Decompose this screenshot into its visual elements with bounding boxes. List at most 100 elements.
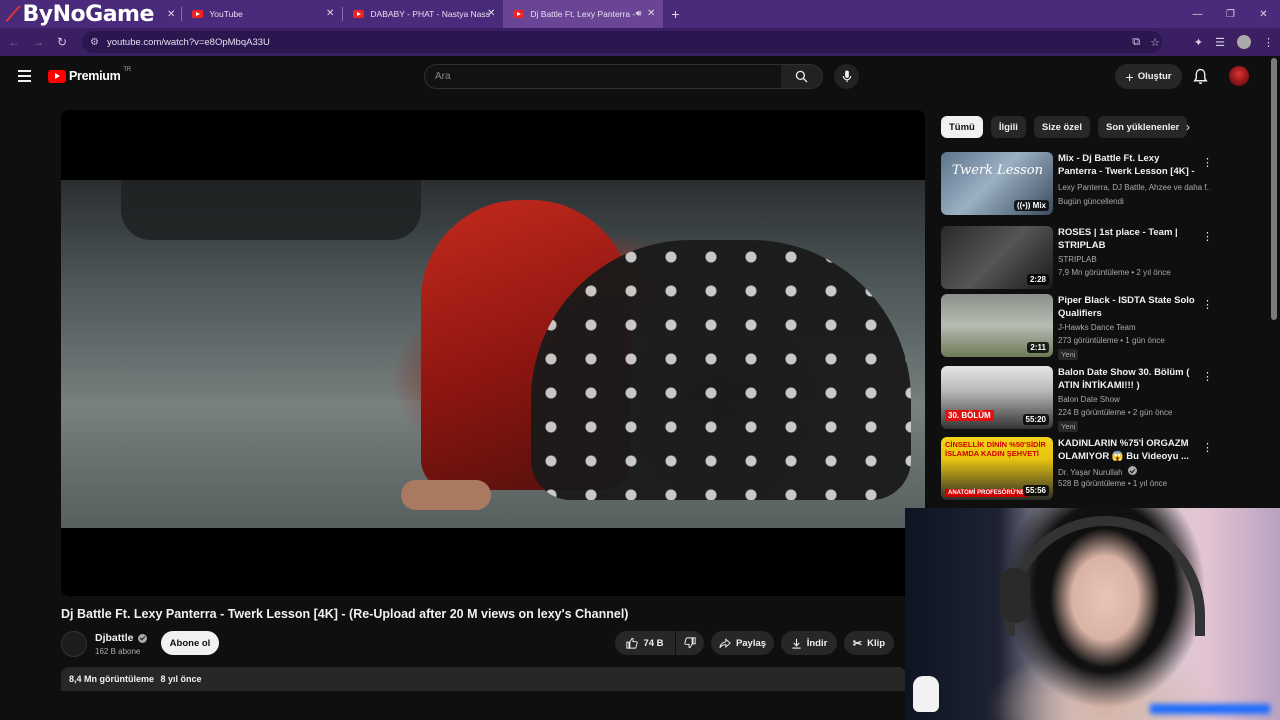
hamburger-menu-icon[interactable] (18, 70, 31, 85)
search-button[interactable] (781, 64, 823, 89)
thumbnail-text: CİNSELLİK DİNİN %50'SİDİR İSLAMDA KADIN … (945, 440, 1046, 458)
tab-dababy[interactable]: DABABY - PHAT - Nastya Nass ✕ (343, 0, 503, 28)
profile-avatar[interactable] (1237, 35, 1251, 49)
more-options-icon[interactable]: ⋮ (1202, 156, 1213, 169)
chip-related[interactable]: İlgili (990, 116, 1026, 138)
youtube-favicon-icon (353, 10, 365, 18)
like-count: 74 B (643, 637, 664, 649)
tab-title: YouTube (209, 9, 243, 19)
search-icon (795, 70, 808, 83)
extensions-icon[interactable]: ✦ (1194, 36, 1203, 49)
more-options-icon[interactable]: ⋮ (1202, 370, 1213, 383)
recommendation-item[interactable]: 2:11 Piper Black - ISDTA State Solo Qual… (941, 294, 1213, 360)
frame-figure-pants (531, 240, 911, 500)
recommendation-title[interactable]: Piper Black - ISDTA State Solo Qualifier… (1058, 294, 1198, 320)
dislike-button[interactable] (676, 631, 704, 655)
close-window-icon[interactable]: ✕ (1247, 9, 1280, 20)
more-options-icon[interactable]: ⋮ (1202, 441, 1213, 454)
chip-recently-uploaded[interactable]: Son yüklenenler (1097, 116, 1188, 138)
page-scrollbar[interactable] (1271, 58, 1277, 320)
mascot-figure (913, 676, 939, 712)
tab-close-icon[interactable]: ✕ (167, 9, 175, 20)
create-button[interactable]: + Oluştur (1115, 64, 1182, 89)
tab-title: DABABY - PHAT - Nastya Nass (370, 9, 490, 19)
upload-age: 8 yıl önce (160, 674, 202, 684)
recommendation-item[interactable]: CİNSELLİK DİNİN %50'SİDİR İSLAMDA KADIN … (941, 437, 1213, 503)
reading-list-icon[interactable]: ☰ (1215, 36, 1225, 49)
tab-dj-battle[interactable]: Dj Battle Ft. Lexy Panterra - 🔊︎ ✕ (503, 0, 664, 28)
chevron-right-icon[interactable]: › (1186, 120, 1190, 134)
tab-close-icon[interactable]: ✕ (647, 8, 655, 19)
video-thumbnail[interactable]: CİNSELLİK DİNİN %50'SİDİR İSLAMDA KADIN … (941, 437, 1053, 500)
video-thumbnail[interactable]: Twerk Lesson ((•)) Mix (941, 152, 1053, 215)
chip-for-you[interactable]: Size özel (1033, 116, 1090, 138)
filter-chips: Tümü İlgili Size özel Son yüklenenler (941, 116, 1188, 138)
webcam-earcup (1000, 568, 1030, 623)
video-thumbnail[interactable]: 30. BÖLÜM 55:20 (941, 366, 1053, 429)
recommendation-title[interactable]: Mix - Dj Battle Ft. Lexy Panterra - Twer… (1058, 152, 1198, 179)
plus-icon: + (1125, 68, 1134, 85)
new-tab-icon[interactable]: + (671, 6, 679, 22)
video-thumbnail[interactable]: 2:11 (941, 294, 1053, 357)
speaker-icon[interactable]: 🔊︎ (636, 8, 642, 19)
channel-name[interactable]: Djbattle (95, 632, 134, 644)
create-label: Oluştur (1137, 71, 1172, 82)
recommendation-title[interactable]: Balon Date Show 30. Bölüm ( ATIN İNTİKAM… (1058, 366, 1198, 392)
share-button[interactable]: Paylaş (711, 631, 774, 655)
youtube-premium-logo[interactable]: Premium TR (48, 67, 131, 83)
thumbs-down-icon (684, 637, 696, 649)
search-input[interactable]: Ara (424, 64, 782, 89)
subscribe-button[interactable]: Abone ol (161, 631, 219, 655)
voice-search-button[interactable] (834, 64, 859, 89)
webcam-led-strip (1150, 704, 1270, 714)
tab-youtube[interactable]: YouTube ✕ (182, 0, 342, 28)
youtube-favicon-icon (192, 10, 204, 18)
url-text: youtube.com/watch?v=e8OpMbqA33U (106, 36, 270, 48)
channel-name-row[interactable]: Djbattle (95, 632, 147, 644)
recommendation-title[interactable]: ROSES | 1st place - Team | STRIPLAB (1058, 226, 1198, 252)
site-info-icon[interactable]: ⚙︎ (90, 37, 99, 48)
url-field[interactable]: ⚙︎ youtube.com/watch?v=e8OpMbqA33U (82, 31, 1162, 53)
recommendation-item[interactable]: Twerk Lesson ((•)) Mix Mix - Dj Battle F… (941, 152, 1213, 218)
restore-icon[interactable]: ❐ (1214, 9, 1247, 20)
back-icon[interactable]: ← (2, 35, 26, 49)
frame-figure-hand (401, 480, 491, 510)
reload-icon[interactable]: ↻ (50, 35, 74, 49)
youtube-play-logo-icon (48, 69, 66, 83)
install-app-icon[interactable]: ⧉ (1132, 36, 1140, 49)
channel-avatar[interactable] (61, 631, 87, 657)
download-icon (792, 638, 801, 649)
recommendation-meta: 224 B görüntüleme • 2 gün önce (1058, 408, 1173, 417)
tab-close-icon[interactable]: ✕ (326, 8, 334, 19)
thumbnail-text: 30. BÖLÜM (945, 410, 994, 421)
thumbs-up-icon (626, 637, 639, 649)
recommendation-item[interactable]: 2:28 ROSES | 1st place - Team | STRIPLAB… (941, 226, 1213, 292)
recommendation-title[interactable]: KADINLARIN %75'İ ORGAZM OLAMIYOR 😱 Bu Vi… (1058, 437, 1198, 463)
tab-close-icon[interactable]: ✕ (487, 8, 495, 19)
verified-badge-icon (1127, 466, 1137, 475)
download-button[interactable]: İndir (781, 631, 837, 655)
subscriber-count: 162 B abone (95, 647, 141, 656)
recommendation-channel-row: Dr. Yaşar Nurullah (1058, 466, 1210, 477)
forward-icon[interactable]: → (26, 35, 50, 49)
brand-logo: ⟋ ByNoGame (6, 1, 154, 27)
minimize-icon[interactable]: — (1181, 9, 1214, 20)
thumbnail-text: ANATOMİ PROFESÖRÜ'NE (945, 489, 1028, 497)
video-player[interactable] (61, 110, 925, 596)
logo-text: Premium (69, 69, 121, 83)
bookmark-star-icon[interactable]: ☆ (1150, 36, 1160, 49)
browser-menu-icon[interactable]: ⋮ (1263, 36, 1274, 49)
notifications-bell-icon[interactable] (1192, 68, 1209, 85)
description-box[interactable]: 8,4 Mn görüntüleme 8 yıl önce (61, 667, 906, 691)
like-button[interactable]: 74 B (615, 631, 675, 655)
chip-all[interactable]: Tümü (941, 116, 983, 138)
recommendation-channel: Lexy Panterra, DJ Battle, Ahzee ve daha … (1058, 183, 1210, 192)
recommendation-meta: 273 görüntüleme • 1 gün önce (1058, 336, 1165, 345)
duration-label: 55:56 (1022, 485, 1049, 496)
user-avatar[interactable] (1229, 66, 1249, 86)
recommendation-item[interactable]: 30. BÖLÜM 55:20 Balon Date Show 30. Bölü… (941, 366, 1213, 432)
clip-button[interactable]: ✂ Klip (844, 631, 894, 655)
more-options-icon[interactable]: ⋮ (1202, 298, 1213, 311)
video-thumbnail[interactable]: 2:28 (941, 226, 1053, 289)
more-options-icon[interactable]: ⋮ (1202, 230, 1213, 243)
